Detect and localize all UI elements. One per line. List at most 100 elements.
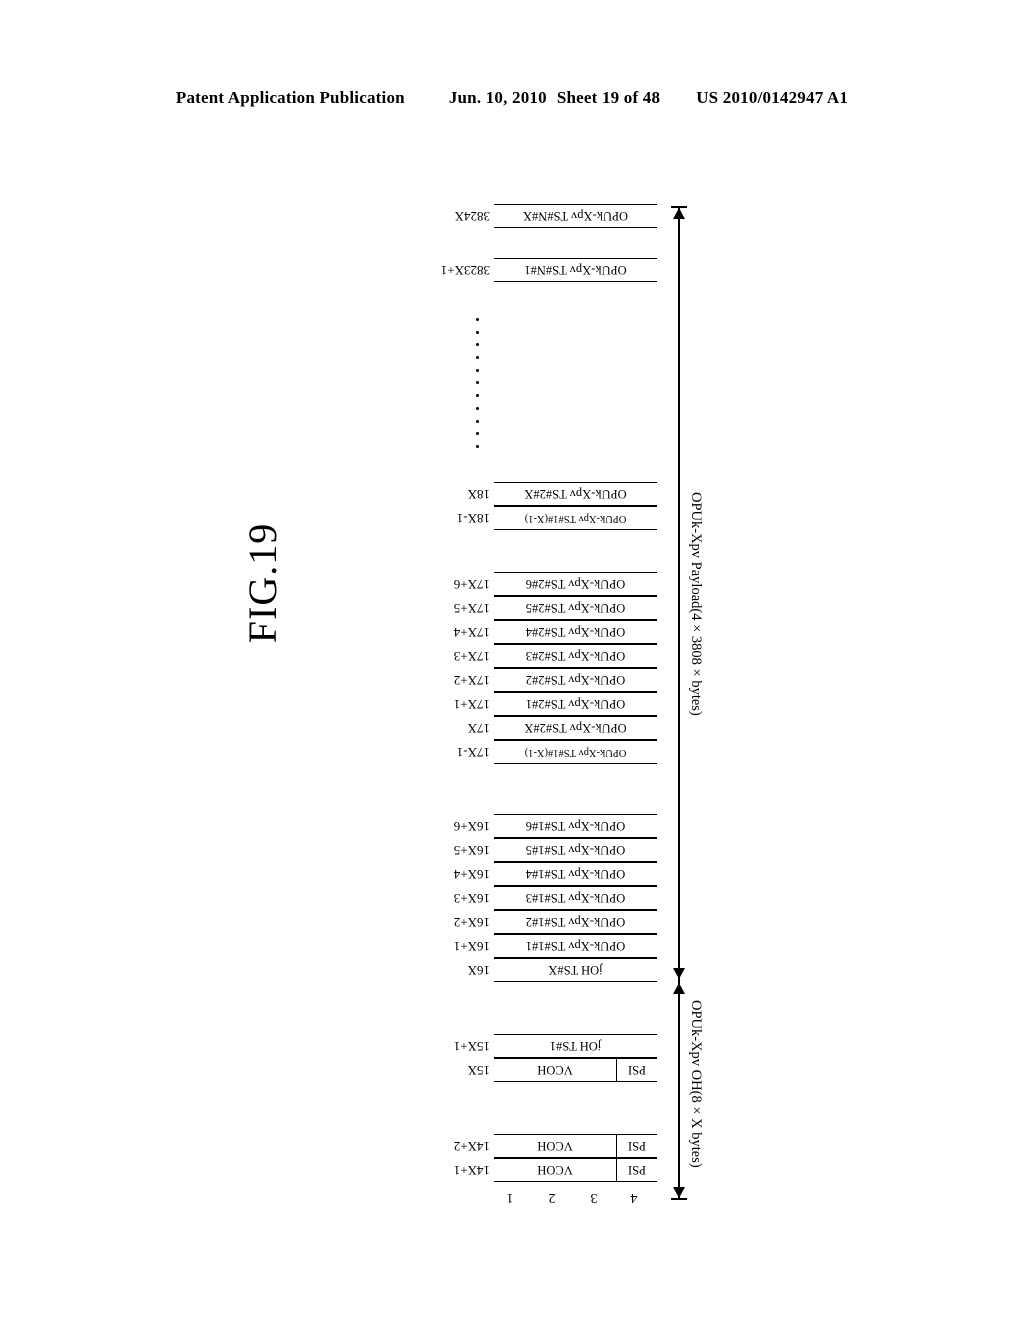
frame-row bbox=[494, 1082, 657, 1134]
row-index-holder: 18X-1 bbox=[368, 509, 490, 527]
vcoh-cell-label: VCOH bbox=[537, 1139, 573, 1154]
row-index-label: 16X+2 bbox=[453, 915, 490, 930]
row-index-holder: 16X+3 bbox=[368, 889, 490, 907]
bracket-arrowhead-up bbox=[673, 208, 685, 219]
row-index-holder: 17X+1 bbox=[368, 695, 490, 713]
frame-row-label: OPUk-Xpv TS#2#6 bbox=[525, 577, 626, 592]
row-index-holder: 16X+4 bbox=[368, 865, 490, 883]
bracket-arrowhead-down bbox=[673, 1187, 685, 1198]
row-index-holder: 15X bbox=[368, 1061, 490, 1079]
frame-row-label: OPUk-Xpv TS#2#3 bbox=[525, 649, 626, 664]
frame-row bbox=[494, 982, 657, 1034]
frame-row: OPUk-Xpv TS#1#3 bbox=[494, 886, 657, 910]
column-number: 4 bbox=[630, 1190, 638, 1205]
ellipsis-dot bbox=[475, 394, 479, 398]
frame-row-label: OPUk-Xpv TS#2#1 bbox=[525, 697, 626, 712]
vcoh-cell: VCOH bbox=[494, 1159, 617, 1181]
frame-row-label: OPUk-Xpv TS#1#3 bbox=[525, 891, 626, 906]
bracket-stem bbox=[678, 981, 680, 1200]
bracket-arrowhead-up bbox=[673, 983, 685, 994]
payload-bracket-label: OPUk-Xpv Payload(4 × 3808 × bytes) bbox=[688, 492, 704, 716]
frame-row: OPUk-Xpv TS#2#5 bbox=[494, 596, 657, 620]
ellipsis-dot bbox=[475, 432, 479, 436]
frame-row: OPUk-Xpv TS#1#(X-1) bbox=[494, 506, 657, 530]
column-number: 2 bbox=[548, 1190, 556, 1205]
row-index-label: 17X+2 bbox=[453, 673, 490, 688]
frame-row-label: OPUk-Xpv TS#1#5 bbox=[525, 843, 626, 858]
row-index-holder: 17X+6 bbox=[368, 575, 490, 593]
row-index-holder: 3824X bbox=[368, 207, 490, 225]
bracket-arrowhead-down bbox=[673, 968, 685, 979]
ellipsis-dot bbox=[475, 419, 479, 423]
vcoh-cell: VCOH bbox=[494, 1135, 617, 1157]
row-index-label: 17X+6 bbox=[453, 577, 490, 592]
row-index-holder: 16X+2 bbox=[368, 913, 490, 931]
row-index-label: 15X bbox=[467, 1063, 490, 1078]
row-index-label: 16X+3 bbox=[453, 891, 490, 906]
row-index-label: 16X bbox=[467, 963, 490, 978]
row-index-holder: 18X bbox=[368, 485, 490, 503]
frame-row bbox=[494, 764, 657, 814]
figure-label: FIG.19 bbox=[240, 522, 285, 644]
frame-row-label: OPUk-Xpv TS#1#(X-1) bbox=[524, 513, 627, 525]
psi-cell: PSI bbox=[617, 1135, 657, 1157]
frame-row-label: jOH TS#1 bbox=[549, 1039, 602, 1054]
ellipsis-dot bbox=[475, 368, 479, 372]
row-index-holder: 17X+4 bbox=[368, 623, 490, 641]
frame-row: VCOH PSI bbox=[494, 1134, 657, 1158]
frame-row-label: OPUk-Xpv TS#1#1 bbox=[525, 939, 626, 954]
vcoh-cell-label: VCOH bbox=[537, 1163, 573, 1178]
bracket-cap-bottom bbox=[671, 1198, 687, 1200]
row-index-holder: 3823X+1 bbox=[368, 261, 490, 279]
ellipsis-dot bbox=[475, 356, 479, 360]
column-number: 3 bbox=[590, 1190, 598, 1205]
frame-row: OPUk-Xpv TS#2#6 bbox=[494, 572, 657, 596]
row-index-label: 14X+1 bbox=[453, 1163, 490, 1178]
row-index-label: 17X+5 bbox=[453, 601, 490, 616]
frame-row-label: OPUk-Xpv TS#1#6 bbox=[525, 819, 626, 834]
row-index-label: 18X-1 bbox=[456, 511, 490, 526]
psi-cell-label: PSI bbox=[627, 1063, 647, 1078]
row-index-label: 17X-1 bbox=[456, 745, 490, 760]
frame-row-label: OPUk-Xpv TS#1#2 bbox=[525, 915, 626, 930]
ellipsis-dot bbox=[475, 343, 479, 347]
frame-row: OPUk-Xpv TS#2#4 bbox=[494, 620, 657, 644]
row-index-label: 15X+1 bbox=[453, 1039, 490, 1054]
row-index-label: 17X+1 bbox=[453, 697, 490, 712]
row-index-holder: 14X+1 bbox=[368, 1161, 490, 1179]
figure-19-diagram: FIG.19 OPUk-Xpv Payload OPUk-Xpv TS#N#XO… bbox=[0, 0, 1024, 1320]
frame-row: OPUk-Xpv TS#1#2 bbox=[494, 910, 657, 934]
vcoh-cell: VCOH bbox=[494, 1059, 617, 1081]
row-index-label: 3823X+1 bbox=[440, 263, 490, 278]
frame-row bbox=[494, 530, 657, 572]
row-index-label: 17X+3 bbox=[453, 649, 490, 664]
row-index-holder: 17X-1 bbox=[368, 743, 490, 761]
frame-row-label: OPUk-Xpv TS#N#1 bbox=[524, 263, 627, 278]
row-index-holder: 15X+1 bbox=[368, 1037, 490, 1055]
row-index-label: 16X+4 bbox=[453, 867, 490, 882]
frame-row: OPUk-Xpv TS#1#4 bbox=[494, 862, 657, 886]
frame-row: jOH TS#X bbox=[494, 958, 657, 982]
frame-row: OPUk-Xpv TS#2#X bbox=[494, 482, 657, 506]
row-index-holder: 16X+1 bbox=[368, 937, 490, 955]
frame-row bbox=[494, 228, 657, 258]
frame-row: OPUk-Xpv TS#1#6 bbox=[494, 814, 657, 838]
vertical-ellipsis bbox=[472, 318, 482, 448]
psi-cell-label: PSI bbox=[627, 1163, 647, 1178]
frame-row-label: OPUk-Xpv TS#2#X bbox=[524, 487, 627, 502]
frame-row: OPUk-Xpv TS#2#1 bbox=[494, 692, 657, 716]
ellipsis-dot bbox=[475, 330, 479, 334]
row-index-holder: 16X+5 bbox=[368, 841, 490, 859]
ellipsis-dot bbox=[475, 318, 479, 321]
row-index-label: 17X bbox=[467, 721, 490, 736]
row-index-holder: 17X+3 bbox=[368, 647, 490, 665]
ellipsis-dot bbox=[475, 381, 479, 385]
frame-row-label: OPUk-Xpv TS#2#2 bbox=[525, 673, 626, 688]
row-index-label: 16X+6 bbox=[453, 819, 490, 834]
frame-row: OPUk-Xpv TS#1#(X-1) bbox=[494, 740, 657, 764]
frame-row-label: OPUk-Xpv TS#2#4 bbox=[525, 625, 626, 640]
frame-row: OPUk-Xpv TS#2#X bbox=[494, 716, 657, 740]
frame-row-label: OPUk-Xpv TS#2#X bbox=[524, 721, 627, 736]
frame-row bbox=[494, 282, 657, 482]
frame-row: OPUk-Xpv TS#1#1 bbox=[494, 934, 657, 958]
